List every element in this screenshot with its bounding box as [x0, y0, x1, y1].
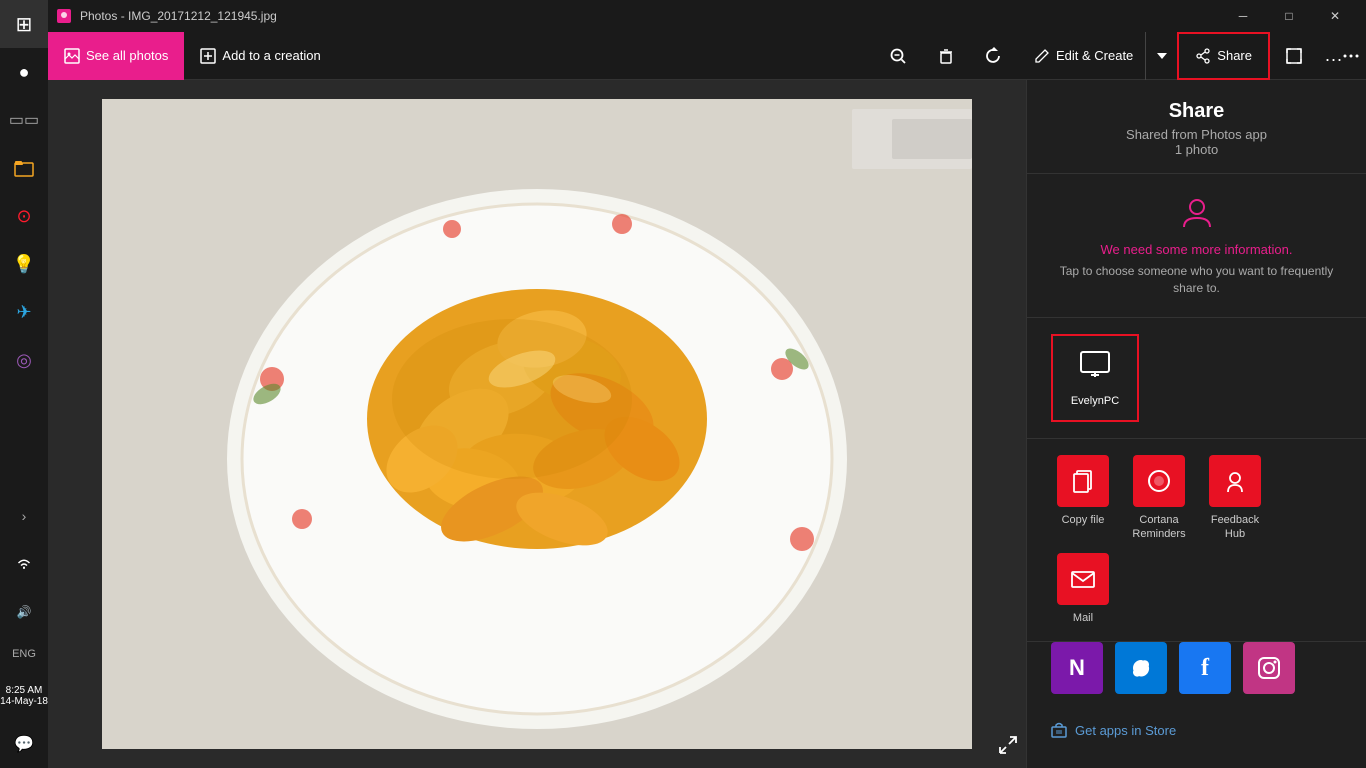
instagram-icon: [1256, 655, 1282, 681]
share-icon: [1195, 48, 1211, 64]
volume-icon[interactable]: 🔊: [0, 588, 48, 636]
expand-icon: [998, 735, 1018, 755]
onenote-icon: N: [1069, 655, 1085, 681]
toolbar: See all photos Add to a creation Edit & …: [48, 32, 1366, 80]
mail-label: Mail: [1073, 611, 1093, 625]
ellipsis-icon: [1343, 54, 1359, 58]
more-options-icon: ...: [1325, 45, 1343, 66]
facebook-icon: f: [1201, 655, 1209, 682]
files-icon[interactable]: [0, 144, 48, 192]
evelyn-pc-device[interactable]: EvelynPC: [1051, 334, 1139, 422]
tips-icon[interactable]: 💡: [0, 240, 48, 288]
feedback-hub-icon: [1209, 455, 1261, 507]
share-header: Share Shared from Photos app 1 photo: [1027, 80, 1366, 174]
windows-sidebar: ⊞ ● ▭▭ ⊙ 💡 ✈ ◎ › 🔊 ENG 8:25 AM 14-May-18…: [0, 0, 48, 768]
more-options-button[interactable]: ...: [1318, 32, 1366, 80]
photos-icon: [64, 48, 80, 64]
start-button[interactable]: ⊞: [0, 0, 48, 48]
zoom-button[interactable]: [874, 32, 922, 80]
skype-app[interactable]: [1115, 642, 1167, 694]
time-display: 8:25 AM: [6, 685, 43, 696]
copy-file-icon: [1057, 455, 1109, 507]
add-to-creation-label: Add to a creation: [222, 48, 320, 63]
share-contact-desc: Tap to choose someone who you want to fr…: [1051, 263, 1342, 297]
edit-icon: [1034, 48, 1050, 64]
fullscreen-button[interactable]: [1270, 32, 1318, 80]
notification-icon[interactable]: 💬: [0, 720, 48, 768]
skype-icon: [1127, 654, 1155, 682]
share-label: Share: [1217, 48, 1252, 63]
zoom-icon: [889, 47, 907, 65]
add-to-creation-button[interactable]: Add to a creation: [184, 32, 336, 80]
app-icon-6[interactable]: ◎: [0, 336, 48, 384]
chevron-down-icon: [1157, 53, 1167, 59]
edit-create-button[interactable]: Edit & Create: [1018, 32, 1145, 80]
share-button[interactable]: Share: [1177, 32, 1270, 80]
share-devices-section: EvelynPC: [1027, 318, 1366, 439]
maximize-button[interactable]: □: [1266, 0, 1312, 32]
photo-container: [102, 84, 972, 764]
rotate-icon: [985, 47, 1003, 65]
search-button[interactable]: ●: [0, 48, 48, 96]
onenote-app[interactable]: N: [1051, 642, 1103, 694]
content-area: Share Shared from Photos app 1 photo We …: [48, 80, 1366, 768]
share-apps-row2: N f: [1027, 642, 1366, 710]
share-subtitle: Shared from Photos app: [1051, 127, 1342, 142]
delete-icon: [937, 47, 955, 65]
clock-display: 8:25 AM 14-May-18: [0, 672, 48, 720]
instagram-app[interactable]: [1243, 642, 1295, 694]
language-display: ENG: [0, 636, 48, 672]
window-title: Photos - IMG_20171212_121945.jpg: [72, 9, 1220, 23]
share-contact-message: We need some more information.: [1101, 242, 1293, 257]
close-button[interactable]: ✕: [1312, 0, 1358, 32]
opera-icon[interactable]: ⊙: [0, 192, 48, 240]
app-area: Photos - IMG_20171212_121945.jpg ─ □ ✕ S…: [48, 0, 1366, 768]
cortana-app[interactable]: Cortana Reminders: [1127, 455, 1191, 542]
telegram-icon[interactable]: ✈: [0, 288, 48, 336]
share-title: Share: [1051, 100, 1342, 123]
person-icon: [1179, 194, 1215, 230]
facebook-app[interactable]: f: [1179, 642, 1231, 694]
wifi-icon[interactable]: [0, 540, 48, 588]
share-panel: Share Shared from Photos app 1 photo We …: [1026, 80, 1366, 768]
expand-button[interactable]: [998, 735, 1018, 760]
fullscreen-icon: [1285, 47, 1303, 65]
cortana-icon: [1133, 455, 1185, 507]
get-apps-store-button[interactable]: Get apps in Store: [1027, 710, 1366, 750]
contact-icon: [1177, 194, 1217, 234]
device-label: EvelynPC: [1071, 395, 1119, 407]
mail-app[interactable]: Mail: [1051, 553, 1115, 625]
see-all-photos-button[interactable]: See all photos: [48, 32, 184, 80]
mail-icon: [1057, 553, 1109, 605]
cortana-label: Cortana Reminders: [1127, 513, 1191, 542]
minimize-button[interactable]: ─: [1220, 0, 1266, 32]
get-apps-label: Get apps in Store: [1075, 723, 1176, 738]
date-display: 14-May-18: [0, 696, 48, 707]
feedback-hub-label: Feedback Hub: [1203, 513, 1267, 542]
edit-create-dropdown[interactable]: [1145, 32, 1177, 80]
monitor-icon: [1077, 348, 1113, 384]
photo-area: [48, 80, 1026, 768]
rotate-button[interactable]: [970, 32, 1018, 80]
title-bar: Photos - IMG_20171212_121945.jpg ─ □ ✕: [48, 0, 1366, 32]
see-all-photos-label: See all photos: [86, 48, 168, 63]
feedback-hub-app[interactable]: Feedback Hub: [1203, 455, 1267, 542]
photo-display: [102, 99, 972, 749]
copy-file-label: Copy file: [1062, 513, 1105, 527]
copy-file-app[interactable]: Copy file: [1051, 455, 1115, 542]
delete-button[interactable]: [922, 32, 970, 80]
task-view-button[interactable]: ▭▭: [0, 96, 48, 144]
edit-create-label: Edit & Create: [1056, 48, 1133, 63]
add-creation-icon: [200, 48, 216, 64]
share-apps-section: Copy file Cortana Reminders: [1027, 439, 1366, 643]
share-contact-section[interactable]: We need some more information. Tap to ch…: [1027, 174, 1366, 318]
app-icon: [56, 8, 72, 24]
window-controls: ─ □ ✕: [1220, 0, 1358, 32]
pc-icon: [1077, 348, 1113, 391]
expand-sidebar-btn[interactable]: ›: [0, 492, 48, 540]
store-icon: [1051, 722, 1067, 738]
share-apps-grid: Copy file Cortana Reminders: [1051, 455, 1342, 626]
share-count: 1 photo: [1051, 142, 1342, 157]
